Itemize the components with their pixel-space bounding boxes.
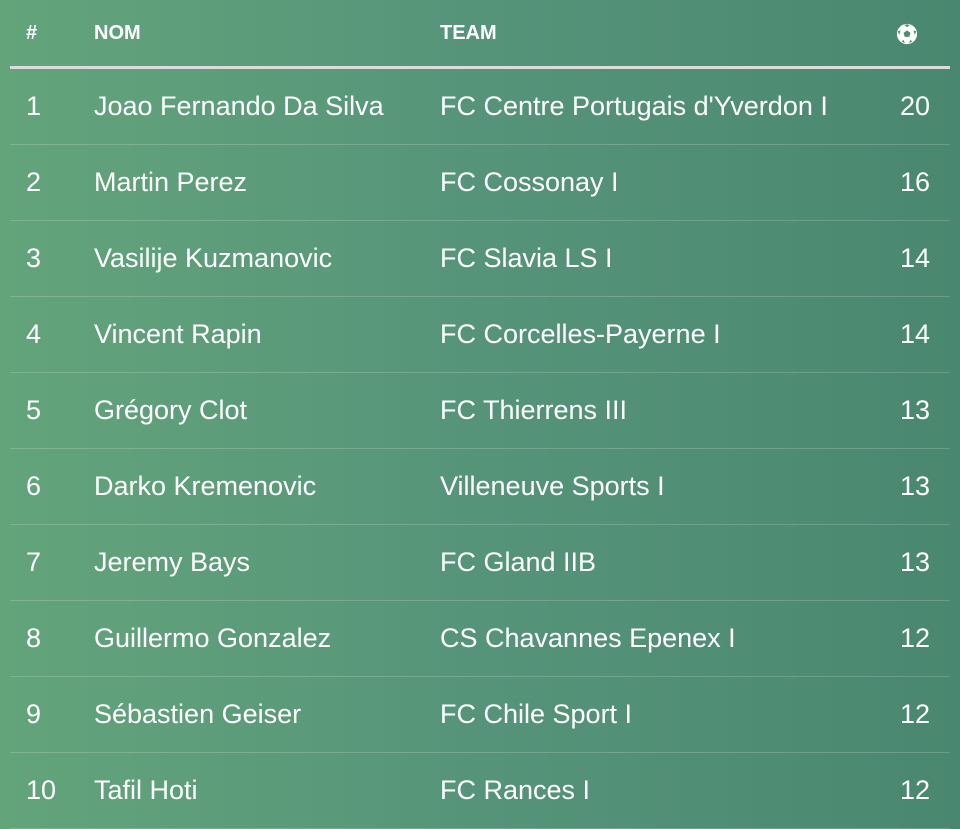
- table-row[interactable]: 5 Grégory Clot FC Thierrens III 13: [10, 373, 950, 449]
- scorers-table: # NOM TEAM 1 Joao Fernando Da Silva FC Cen…: [10, 0, 950, 829]
- cell-rank: 5: [26, 395, 42, 425]
- table-row[interactable]: 4 Vincent Rapin FC Corcelles-Payerne I 14: [10, 297, 950, 373]
- table-header: # NOM TEAM: [10, 0, 950, 69]
- cell-goals: 16: [899, 167, 930, 197]
- header-team: TEAM: [440, 22, 497, 44]
- cell-team: FC Slavia LS I: [440, 243, 613, 273]
- cell-goals: 13: [899, 395, 930, 425]
- cell-goals: 12: [899, 623, 930, 653]
- cell-team: CS Chavannes Epenex I: [440, 623, 736, 653]
- cell-goals: 14: [899, 243, 930, 273]
- table-row[interactable]: 3 Vasilije Kuzmanovic FC Slavia LS I 14: [10, 221, 950, 297]
- cell-name: Sébastien Geiser: [94, 699, 302, 729]
- cell-name: Guillermo Gonzalez: [94, 623, 332, 653]
- cell-name: Jeremy Bays: [94, 547, 251, 577]
- cell-rank: 7: [26, 547, 42, 577]
- cell-rank: 3: [26, 243, 42, 273]
- cell-team: FC Cossonay I: [440, 167, 619, 197]
- table-row[interactable]: 10 Tafil Hoti FC Rances I 12: [10, 753, 950, 829]
- cell-name: Martin Perez: [94, 167, 248, 197]
- cell-goals: 14: [899, 319, 930, 349]
- cell-rank: 9: [26, 699, 42, 729]
- cell-rank: 1: [26, 91, 42, 121]
- table-row[interactable]: 7 Jeremy Bays FC Gland IIB 13: [10, 525, 950, 601]
- cell-name: Vasilije Kuzmanovic: [94, 243, 333, 273]
- table-row[interactable]: 2 Martin Perez FC Cossonay I 16: [10, 145, 950, 221]
- cell-goals: 13: [899, 547, 930, 577]
- cell-name: Vincent Rapin: [94, 319, 262, 349]
- cell-goals: 20: [899, 91, 930, 121]
- cell-goals: 12: [899, 775, 930, 805]
- table-row[interactable]: 9 Sébastien Geiser FC Chile Sport I 12: [10, 677, 950, 753]
- cell-team: FC Chile Sport I: [440, 699, 633, 729]
- table-row[interactable]: 1 Joao Fernando Da Silva FC Centre Portuga…: [10, 69, 950, 145]
- cell-team: FC Centre Portugais d'Yverdon I: [440, 91, 828, 121]
- cell-name: Grégory Clot: [94, 395, 248, 425]
- cell-team: FC Rances I: [440, 775, 591, 805]
- cell-name: Darko Kremenovic: [94, 471, 317, 501]
- cell-goals: 13: [899, 471, 930, 501]
- cell-rank: 8: [26, 623, 42, 653]
- soccer-ball-icon: [896, 23, 918, 45]
- cell-team: FC Corcelles-Payerne I: [440, 319, 721, 349]
- table-row[interactable]: 6 Darko Kremenovic Villeneuve Sports I 13: [10, 449, 950, 525]
- cell-rank: 4: [26, 319, 42, 349]
- cell-team: FC Thierrens III: [440, 395, 628, 425]
- cell-team: Villeneuve Sports I: [440, 471, 665, 501]
- cell-rank: 6: [26, 471, 42, 501]
- table-row[interactable]: 8 Guillermo Gonzalez CS Chavannes Epenex I…: [10, 601, 950, 677]
- cell-name: Joao Fernando Da Silva: [94, 91, 384, 121]
- cell-rank: 10: [26, 775, 57, 805]
- cell-team: FC Gland IIB: [440, 547, 597, 577]
- cell-rank: 2: [26, 167, 42, 197]
- cell-goals: 12: [899, 699, 930, 729]
- cell-name: Tafil Hoti: [94, 775, 198, 805]
- header-rank: #: [26, 22, 38, 44]
- header-name: NOM: [94, 22, 141, 44]
